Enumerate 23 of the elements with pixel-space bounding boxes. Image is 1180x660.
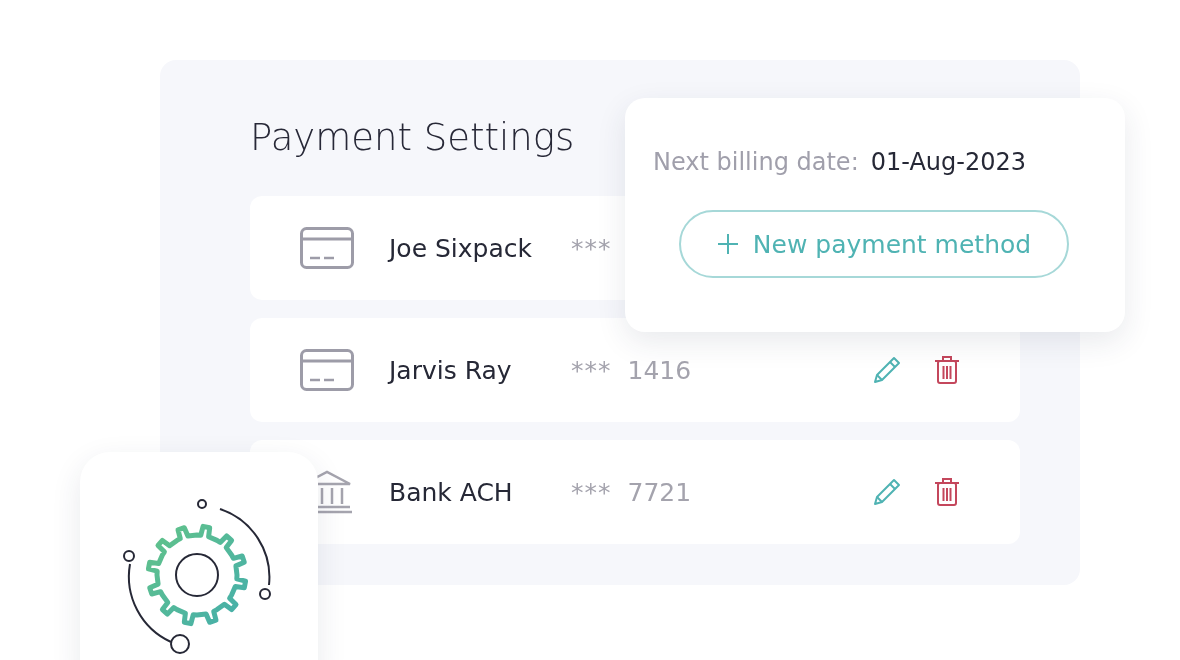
new-payment-method-button[interactable]: New payment method <box>679 210 1069 278</box>
delete-button[interactable] <box>934 477 960 507</box>
masked-number: *** <box>571 233 612 263</box>
edit-button[interactable] <box>872 477 902 507</box>
last-digits: 1416 <box>627 355 692 385</box>
payment-method-name: Jarvis Ray <box>389 355 513 385</box>
masked-number: *** <box>571 477 612 507</box>
pencil-icon <box>872 355 902 385</box>
payment-method-name: Bank ACH <box>389 477 514 507</box>
trash-icon <box>934 477 960 507</box>
masked-number: *** <box>571 355 612 385</box>
credit-card-icon <box>300 227 354 269</box>
plus-icon <box>716 233 739 255</box>
trash-icon <box>934 355 960 385</box>
panel-title: Payment Settings <box>250 115 575 161</box>
pencil-icon <box>872 477 902 507</box>
edit-button[interactable] <box>872 355 902 385</box>
billing-date-label: Next billing date: <box>653 148 859 176</box>
credit-card-icon <box>300 349 354 391</box>
last-digits: 7721 <box>627 477 692 507</box>
payment-method-name: Joe Sixpack <box>389 233 534 263</box>
billing-date: 01-Aug-2023 <box>870 148 1026 176</box>
delete-button[interactable] <box>934 355 960 385</box>
